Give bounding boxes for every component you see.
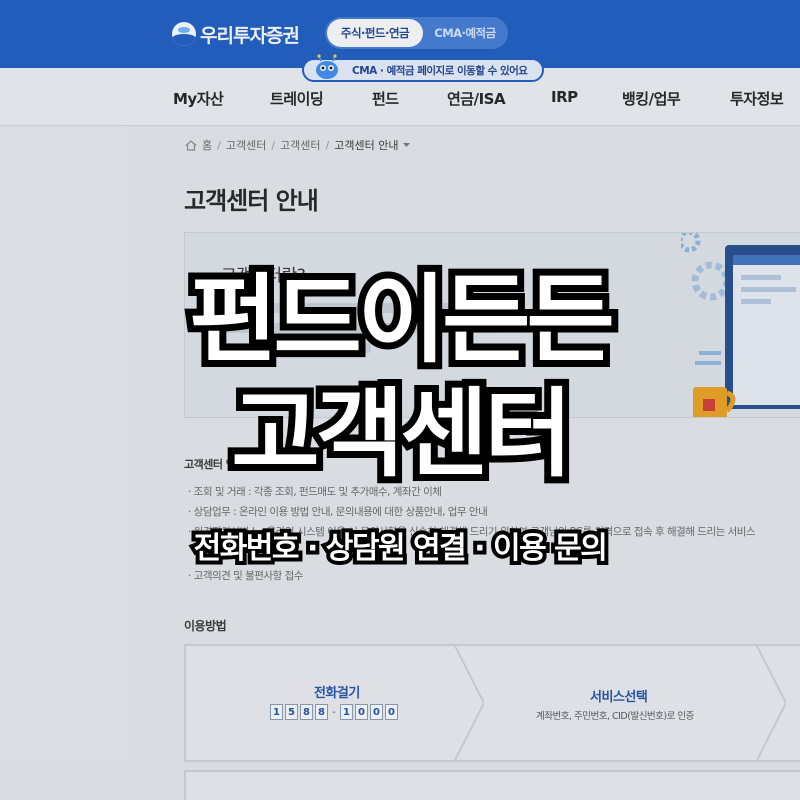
phone-digit: 8 [300, 704, 313, 720]
nav-banking[interactable]: 뱅킹/업무 [622, 88, 681, 109]
phone-digit: 0 [385, 704, 398, 720]
caret-down-icon[interactable] [403, 142, 411, 148]
step-service-title: 서비스선택 [590, 690, 648, 705]
breadcrumb-item[interactable]: 고객센터 [280, 137, 320, 153]
work-item: · 상담업무 : 온라인 이용 방법 안내, 문의내용에 대한 상품안내, 업무… [188, 506, 488, 518]
usage-section-title: 이용방법 [184, 619, 227, 633]
tab-stock-fund-pension[interactable]: 주식·펀드·연금 [327, 19, 423, 47]
headline-line1-text: 펀드이든든 [182, 264, 622, 376]
logo-icon [172, 22, 196, 46]
usage-steps-next-row [184, 770, 800, 800]
phone-number[interactable]: 1 5 8 8 - 1 0 0 0 [270, 704, 398, 720]
headline-subtitle: 전화번호 · 상담원 연결 · 이용 문의 [0, 530, 800, 568]
step-service-desc: 계좌번호, 주민번호, CID(발신번호)로 인증 [536, 711, 694, 722]
phone-digit: 0 [355, 704, 368, 720]
breadcrumb-separator: / [217, 138, 221, 152]
brand-logo[interactable]: 우리투자증권 [172, 20, 300, 48]
nav-my-assets[interactable]: My자산 [173, 88, 224, 109]
nav-irp[interactable]: IRP [551, 88, 578, 106]
step-call-title: 전화걸기 [314, 686, 360, 701]
breadcrumb-separator: / [325, 138, 330, 152]
mascot-icon [316, 54, 338, 79]
phone-digit: 5 [285, 704, 298, 720]
step-arrow [756, 646, 786, 760]
home-icon [185, 139, 197, 151]
phone-dash: - [332, 706, 336, 718]
headline-line1: 펀드이든든 [0, 265, 800, 375]
breadcrumb: 홈 / 고객센터 / 고객센터 / 고객센터 안내 [185, 137, 411, 153]
service-toggle: 주식·펀드·연금 CMA·예적금 [325, 17, 508, 49]
headline-subtitle-text: 전화번호 · 상담원 연결 · 이용 문의 [190, 530, 612, 568]
step-arrow [454, 646, 484, 760]
headline-line2-text: 고객센터 [224, 378, 579, 490]
nav-fund[interactable]: 펀드 [372, 88, 399, 109]
phone-digit: 1 [340, 704, 353, 720]
phone-digit: 8 [315, 704, 328, 720]
nav-trading[interactable]: 트레이딩 [270, 88, 324, 109]
usage-steps: 전화걸기 1 5 8 8 - 1 0 0 0 서비스선택 계좌번호, 주민번호,… [184, 644, 800, 762]
breadcrumb-home[interactable]: 홈 [202, 137, 212, 153]
nav-pension-isa[interactable]: 연금/ISA [447, 88, 506, 109]
phone-digit: 1 [270, 704, 283, 720]
breadcrumb-item[interactable]: 고객센터 [226, 137, 266, 153]
logo-text: 우리투자증권 [200, 24, 300, 47]
nav-invest-info[interactable]: 투자정보 [730, 88, 784, 109]
headline-line2: 고객센터 [0, 379, 800, 489]
breadcrumb-current[interactable]: 고객센터 안내 [334, 137, 398, 153]
work-item: · 고객의견 및 불편사항 접수 [188, 570, 303, 582]
breadcrumb-separator: / [271, 138, 276, 152]
tooltip-text: CMA · 예적금 페이지로 이동할 수 있어요 [352, 64, 528, 77]
phone-digit: 0 [370, 704, 383, 720]
tab-cma-savings[interactable]: CMA·예적금 [425, 19, 505, 47]
page-title: 고객센터 안내 [184, 187, 319, 215]
